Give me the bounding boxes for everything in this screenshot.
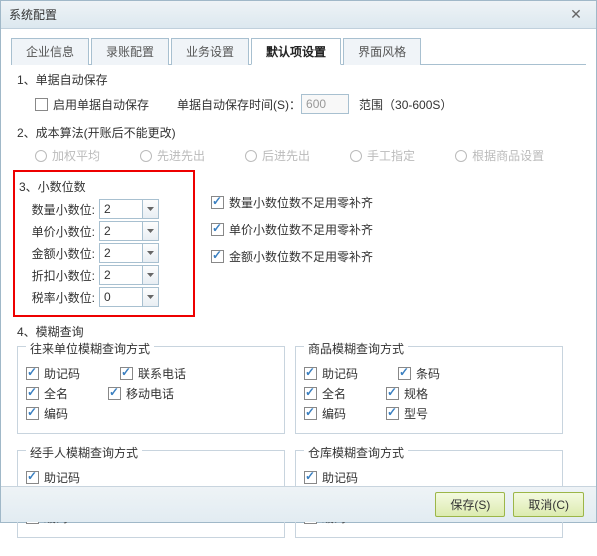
- fuzzy-label-0-0-0: 助记码: [44, 365, 80, 382]
- decimal-pad-label-1: 单价小数位数不足用零补齐: [229, 221, 373, 238]
- section-autosave: 1、单据自动保存 启用单据自动保存 单据自动保存时间(S)： 范围（30-600…: [17, 71, 580, 118]
- chevron-down-icon[interactable]: [142, 266, 158, 284]
- fieldset-legend-2: 经手人模糊查询方式: [26, 444, 142, 461]
- cancel-button[interactable]: 取消(C): [513, 492, 584, 517]
- decimal-label-2: 金额小数位:: [19, 245, 95, 262]
- decimal-label-1: 单价小数位:: [19, 223, 95, 240]
- decimal-combo-1[interactable]: 2: [99, 221, 159, 241]
- tab-business-settings[interactable]: 业务设置: [171, 38, 249, 65]
- cost-label-byproduct: 根据商品设置: [472, 147, 544, 164]
- fieldset-legend-3: 仓库模糊查询方式: [304, 444, 408, 461]
- cost-label-fifo: 先进先出: [157, 147, 205, 164]
- autosave-interval-label: 单据自动保存时间(S)：: [177, 96, 301, 113]
- chevron-down-icon[interactable]: [142, 222, 158, 240]
- decimal-value-1: 2: [100, 222, 142, 240]
- decimal-label-3: 折扣小数位:: [19, 267, 95, 284]
- cost-radio-fifo: [140, 150, 152, 162]
- decimal-pad-check-1[interactable]: [211, 223, 224, 236]
- decimal-pad-label-2: 金额小数位数不足用零补齐: [229, 248, 373, 265]
- decimal-value-2: 2: [100, 244, 142, 262]
- cost-label-weighted: 加权平均: [52, 147, 100, 164]
- decimal-label-4: 税率小数位:: [19, 289, 95, 306]
- tab-company-info[interactable]: 企业信息: [11, 38, 89, 65]
- cost-label-manual: 手工指定: [367, 147, 415, 164]
- fuzzy-check-0-0-0[interactable]: [26, 367, 39, 380]
- fuzzy-label-0-1-0: 全名: [44, 385, 68, 402]
- fuzzy-label-3-0-0: 助记码: [322, 469, 358, 486]
- fieldset-legend-0: 往来单位模糊查询方式: [26, 340, 154, 357]
- section-cost: 2、成本算法(开账后不能更改) 加权平均 先进先出 后进先出 手工指定 根据商品…: [17, 124, 580, 164]
- chevron-down-icon[interactable]: [142, 288, 158, 306]
- decimal-combo-3[interactable]: 2: [99, 265, 159, 285]
- tab-default-settings[interactable]: 默认项设置: [251, 38, 341, 65]
- section-title-fuzzy: 4、模糊查询: [17, 323, 580, 340]
- fuzzy-label-0-1-1: 移动电话: [126, 385, 174, 402]
- decimal-combo-4[interactable]: 0: [99, 287, 159, 307]
- fuzzy-check-0-1-0[interactable]: [26, 387, 39, 400]
- fuzzy-check-2-0-0[interactable]: [26, 471, 39, 484]
- cost-radio-byproduct: [455, 150, 467, 162]
- fuzzy-check-1-0-1[interactable]: [398, 367, 411, 380]
- content: 1、单据自动保存 启用单据自动保存 单据自动保存时间(S)： 范围（30-600…: [1, 65, 596, 556]
- decimal-combo-0[interactable]: 2: [99, 199, 159, 219]
- fuzzy-label-1-2-0: 编码: [322, 405, 346, 422]
- fuzzy-label-1-1-1: 规格: [404, 385, 428, 402]
- fuzzy-check-3-0-0[interactable]: [304, 471, 317, 484]
- decimals-highlight-box: 3、小数位数 数量小数位: 2 单价小数位: 2 金额小数位: 2 折扣小数位:…: [13, 170, 195, 317]
- fuzzy-label-0-0-1: 联系电话: [138, 365, 186, 382]
- cost-radio-weighted: [35, 150, 47, 162]
- enable-autosave-label: 启用单据自动保存: [53, 96, 149, 113]
- fuzzy-check-1-2-0[interactable]: [304, 407, 317, 420]
- footer: 保存(S) 取消(C): [1, 486, 596, 522]
- section-decimals: 3、小数位数 数量小数位: 2 单价小数位: 2 金额小数位: 2 折扣小数位:…: [17, 170, 580, 317]
- close-button[interactable]: ✕: [564, 6, 588, 24]
- chevron-down-icon[interactable]: [142, 244, 158, 262]
- cost-radio-lifo: [245, 150, 257, 162]
- fuzzy-check-1-1-1[interactable]: [386, 387, 399, 400]
- fuzzy-label-1-0-0: 助记码: [322, 365, 358, 382]
- decimal-value-4: 0: [100, 288, 142, 306]
- section-title-cost: 2、成本算法(开账后不能更改): [17, 124, 580, 141]
- tab-entry-config[interactable]: 录账配置: [91, 38, 169, 65]
- autosave-interval-input[interactable]: [301, 94, 349, 114]
- decimal-label-0: 数量小数位:: [19, 201, 95, 218]
- fieldset-legend-1: 商品模糊查询方式: [304, 340, 408, 357]
- fuzzy-label-2-0-0: 助记码: [44, 469, 80, 486]
- enable-autosave-checkbox[interactable]: [35, 98, 48, 111]
- fuzzy-label-1-1-0: 全名: [322, 385, 346, 402]
- cost-label-lifo: 后进先出: [262, 147, 310, 164]
- autosave-range-label: 范围（30-600S）: [359, 96, 452, 113]
- fuzzy-check-1-2-1[interactable]: [386, 407, 399, 420]
- section-title-decimals: 3、小数位数: [19, 178, 187, 195]
- fuzzy-check-0-2-0[interactable]: [26, 407, 39, 420]
- window: 系统配置 ✕ 企业信息 录账配置 业务设置 默认项设置 界面风格 1、单据自动保…: [0, 0, 597, 523]
- chevron-down-icon[interactable]: [142, 200, 158, 218]
- tabstrip: 企业信息 录账配置 业务设置 默认项设置 界面风格: [11, 37, 586, 65]
- fuzzy-check-0-1-1[interactable]: [108, 387, 121, 400]
- section-title-autosave: 1、单据自动保存: [17, 71, 580, 88]
- tab-ui-style[interactable]: 界面风格: [343, 38, 421, 65]
- fuzzy-label-0-2-0: 编码: [44, 405, 68, 422]
- decimal-pad-check-2[interactable]: [211, 250, 224, 263]
- fuzzy-label-1-0-1: 条码: [416, 365, 440, 382]
- titlebar: 系统配置 ✕: [1, 1, 596, 29]
- decimal-pad-check-0[interactable]: [211, 196, 224, 209]
- decimal-pad-label-0: 数量小数位数不足用零补齐: [229, 194, 373, 211]
- save-button[interactable]: 保存(S): [435, 492, 505, 517]
- cost-radio-manual: [350, 150, 362, 162]
- fuzzy-label-1-2-1: 型号: [404, 405, 428, 422]
- fuzzy-check-1-0-0[interactable]: [304, 367, 317, 380]
- window-title: 系统配置: [9, 6, 57, 23]
- decimal-combo-2[interactable]: 2: [99, 243, 159, 263]
- fuzzy-check-1-1-0[interactable]: [304, 387, 317, 400]
- decimal-value-3: 2: [100, 266, 142, 284]
- decimal-value-0: 2: [100, 200, 142, 218]
- fuzzy-check-0-0-1[interactable]: [120, 367, 133, 380]
